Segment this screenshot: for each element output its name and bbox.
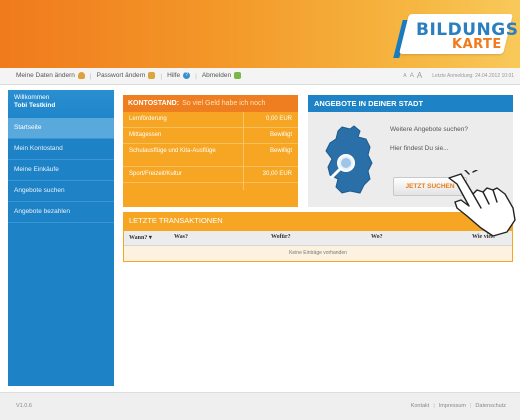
kontostand-row: Mittagessen Bewilligt [123,128,298,144]
welcome-label: Willkommen [14,94,50,101]
meine-daten-label: Meine Daten ändern [16,72,75,80]
passwort-link[interactable]: Passwort ändern [96,72,156,80]
kontostand-subtitle: So viel Geld habe ich noch [182,100,266,107]
column-header-wo[interactable]: Wo? [371,234,383,240]
last-login-text: Letzte Anmeldung: 24.04.2012 10:01 [432,72,514,79]
version-label: V1.0.6 [16,403,32,409]
footer: V1.0.6 Kontakt | Impressum | Datenschutz [0,392,520,420]
user-name: Tobi Testkind [14,102,56,109]
passwort-label: Passwort ändern [96,72,146,80]
font-size-large-button[interactable]: A [417,71,422,80]
sidebar-item-einkaeufe[interactable]: Meine Einkäufe [8,160,114,181]
footer-separator: | [469,403,472,409]
meine-daten-link[interactable]: Meine Daten ändern [16,72,85,80]
germany-map-icon[interactable] [320,125,380,195]
kontostand-row-value: 30,00 EUR [262,171,292,177]
sidebar-item-angebote-bezahlen[interactable]: Angebote bezahlen [8,202,114,223]
lock-icon [148,72,156,80]
sidebar: Willkommen Tobi Testkind Startseite Mein… [8,90,114,386]
font-size-medium-button[interactable]: A [410,72,414,79]
angebote-text-2: Hier findest Du sie... [390,145,449,152]
sidebar-item-kontostand[interactable]: Mein Kontostand [8,139,114,160]
column-header-wofuer[interactable]: Wofür? [271,234,291,240]
kontostand-row-value: 0,00 EUR [265,116,292,122]
table-empty-message: Keine Einträge vorhanden [289,250,347,256]
footer-link-kontakt[interactable]: Kontakt [411,403,430,409]
kontostand-row-label: Schulausflüge und Kita-Ausflüge [129,148,216,154]
kontostand-title: KONTOSTAND: [128,100,180,107]
nav-separator: | [160,72,163,80]
angebote-title: ANGEBOTE IN DEINER STADT [308,95,513,112]
kontostand-row: Sport/Freizeit/Kultur 30,00 EUR [123,167,298,183]
footer-link-impressum[interactable]: Impressum [439,403,466,409]
nav-separator: | [89,72,92,80]
kontostand-row: Schulausflüge und Kita-Ausflüge Bewillig… [123,144,298,167]
hilfe-label: Hilfe [167,72,181,80]
sidebar-item-angebote-suchen[interactable]: Angebote suchen [8,181,114,202]
hilfe-link[interactable]: Hilfe? [167,72,191,80]
kontostand-row: Lernförderung 0,00 EUR [123,112,298,128]
kontostand-header: KONTOSTAND: So viel Geld habe ich noch [123,95,298,112]
kontostand-row-label: Sport/Freizeit/Kultur [129,171,183,177]
help-icon: ? [183,72,191,80]
angebote-text-1: Weitere Angebote suchen? [390,126,468,133]
bildungskarte-logo[interactable]: BILDUNGS KARTE [393,12,518,62]
kontostand-row-value: Bewilligt [269,148,292,154]
footer-link-datenschutz[interactable]: Datenschutz [475,403,506,409]
column-header-wann[interactable]: Wann? ▾ [129,234,152,241]
kontostand-row-label: Lernförderung [129,116,167,122]
hand-pointer-icon [448,170,516,237]
kontostand-row-label: Mittagessen [129,132,162,138]
kontostand-panel: KONTOSTAND: So viel Geld habe ich noch Le… [123,95,298,207]
column-header-was[interactable]: Was? [174,234,188,240]
welcome-box: Willkommen Tobi Testkind [8,90,114,118]
abmelden-label: Abmelden [201,72,232,80]
font-size-small-button[interactable]: A [403,73,406,79]
header-banner: BILDUNGS KARTE [0,0,520,68]
abmelden-link[interactable]: Abmelden [201,72,242,80]
top-navigation: Meine Daten ändern | Passwort ändern | H… [0,68,520,85]
kontostand-row-value: Bewilligt [269,132,292,138]
sidebar-item-startseite[interactable]: Startseite [8,118,114,139]
logo-text-karte: KARTE [452,37,502,52]
nav-separator: | [195,72,197,80]
logout-icon [234,72,242,80]
footer-separator: | [433,403,435,409]
kontostand-column-divider [243,112,244,190]
user-icon [77,72,85,80]
